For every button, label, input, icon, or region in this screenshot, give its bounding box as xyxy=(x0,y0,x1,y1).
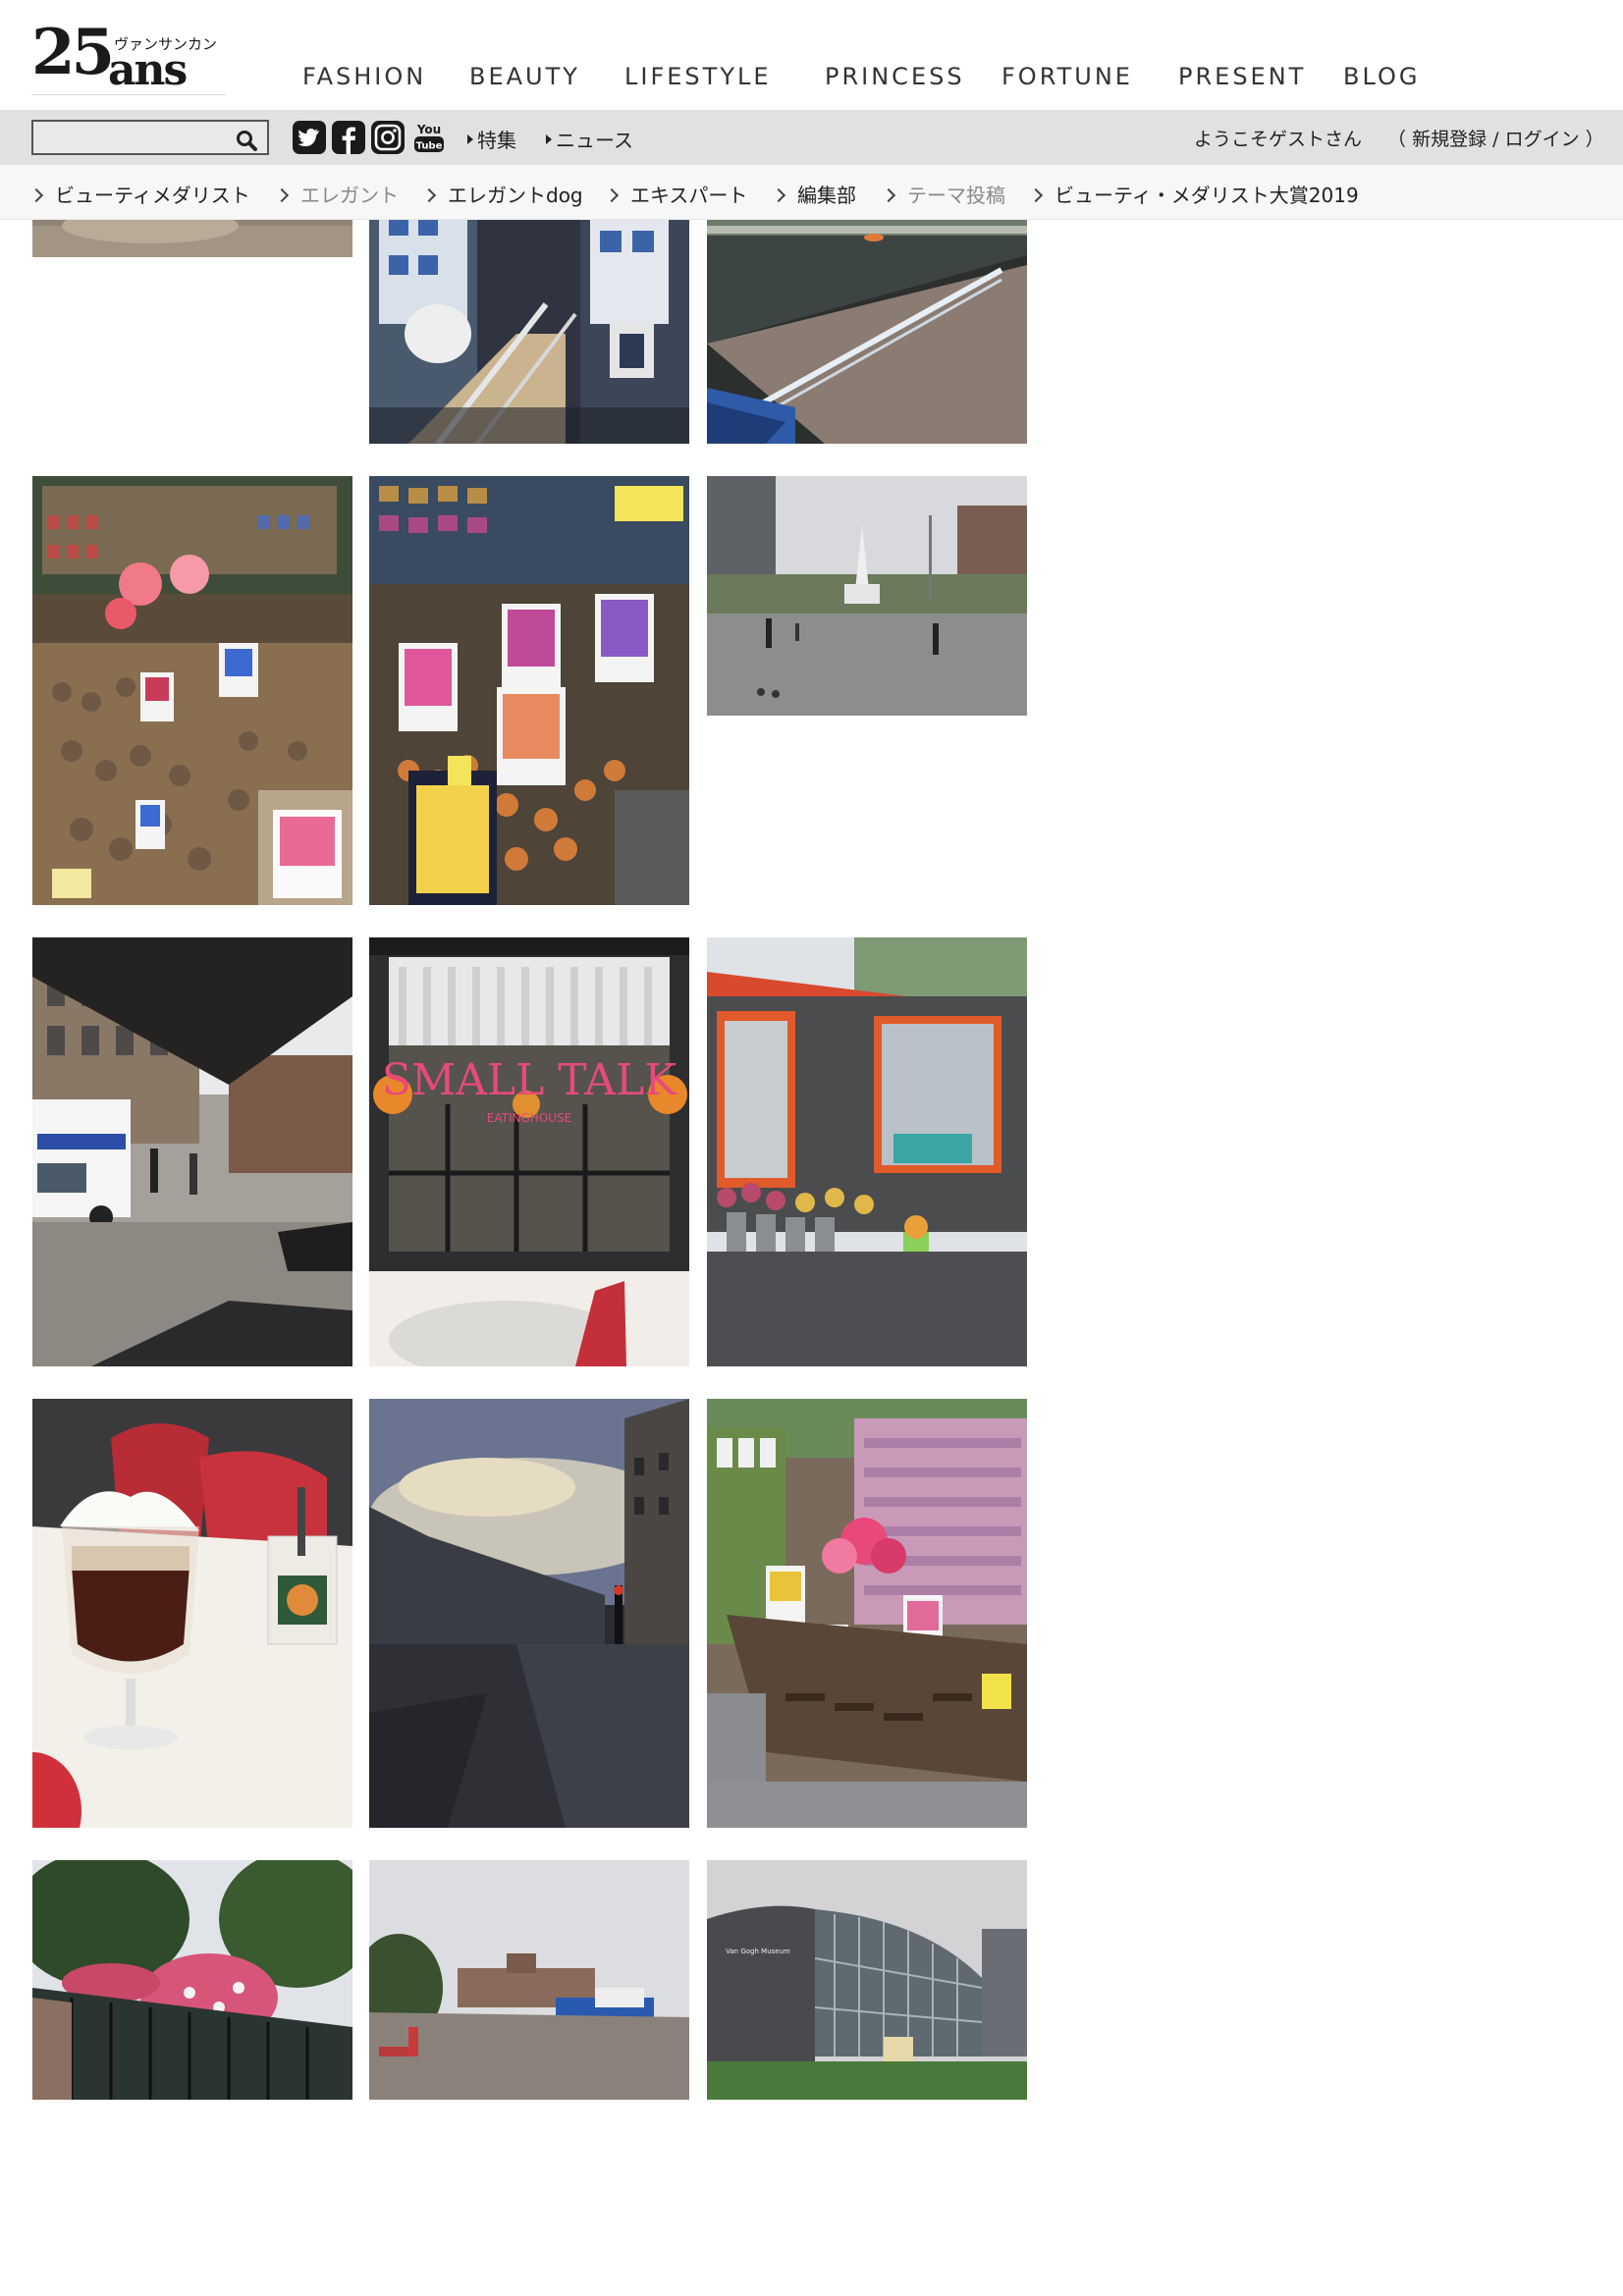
chevron-right-icon xyxy=(274,187,290,203)
photo-wet-street[interactable] xyxy=(369,1399,689,1828)
instagram-icon[interactable] xyxy=(371,121,405,154)
category-medalist-award-2019[interactable]: ビューティ・メダリスト大賞2019 xyxy=(1028,180,1359,208)
search-icon[interactable] xyxy=(236,130,257,151)
link-news-label: ニュース xyxy=(556,129,633,152)
logo-number: 25 xyxy=(31,16,115,89)
category-elegant-dog[interactable]: エレガントdog xyxy=(421,180,583,208)
register-link[interactable]: 新規登録 xyxy=(1412,129,1487,150)
search-input[interactable] xyxy=(37,125,228,152)
nav-fortune[interactable]: FORTUNE xyxy=(1001,63,1133,94)
chevron-right-icon xyxy=(1028,187,1044,203)
chevron-right-icon xyxy=(28,187,44,203)
photo-flower-market-2[interactable] xyxy=(369,476,689,905)
link-feature-label: 特集 xyxy=(477,129,516,152)
auth-links: （ 新規登録 / ログイン ） xyxy=(1387,125,1604,151)
category-elegant[interactable]: エレガント xyxy=(274,180,399,208)
site-header: ヴァンサンカン 25 ans FASHION BEAUTY LIFESTYLE … xyxy=(0,0,1623,110)
link-news[interactable]: ニュース xyxy=(546,125,633,153)
nav-beauty[interactable]: BEAUTY xyxy=(469,63,580,94)
chevron-right-icon xyxy=(604,187,620,203)
welcome-text: ようこそゲストさん xyxy=(1194,129,1363,150)
photo-street-van[interactable] xyxy=(32,937,352,1366)
category-bar: ビューティメダリスト エレガント エレガントdog エキスパート 編集部 テーマ… xyxy=(0,165,1623,220)
triangle-right-icon xyxy=(467,134,473,144)
photo-van-gogh-museum[interactable]: Van Gogh Museum xyxy=(707,1860,1027,2100)
auth-open-paren: （ xyxy=(1387,129,1407,150)
youtube-icon[interactable]: You Tube xyxy=(412,121,446,154)
photo-museumplein[interactable] xyxy=(369,1860,689,2100)
logo-underline xyxy=(31,94,226,95)
link-feature[interactable]: 特集 xyxy=(467,125,516,153)
photo-irish-coffee[interactable] xyxy=(32,1399,352,1828)
nav-lifestyle[interactable]: LIFESTYLE xyxy=(624,63,772,94)
auth-close-paren: ） xyxy=(1585,129,1604,150)
category-expert[interactable]: エキスパート xyxy=(604,180,748,208)
photo-flower-market-1[interactable] xyxy=(32,476,352,905)
photo-cafe-window[interactable]: SMALL TALK EATINGHOUSE xyxy=(369,937,689,1366)
category-label: 編集部 xyxy=(797,184,856,207)
category-label: エキスパート xyxy=(630,184,748,207)
category-label: テーマ投稿 xyxy=(907,184,1005,207)
twitter-icon[interactable] xyxy=(293,121,326,154)
cafe-subsign-text: EATINGHOUSE xyxy=(487,1111,571,1125)
category-label: ビューティメダリスト xyxy=(55,184,250,207)
category-theme-posts[interactable]: テーマ投稿 xyxy=(881,180,1005,208)
photo-dam-square[interactable] xyxy=(707,476,1027,716)
triangle-right-icon xyxy=(546,134,552,144)
nav-princess[interactable]: PRINCESS xyxy=(825,63,965,94)
photo-flower-market-3[interactable] xyxy=(707,1399,1027,1828)
photo-staircase-shop[interactable] xyxy=(369,196,689,444)
nav-blog[interactable]: BLOG xyxy=(1343,63,1420,94)
photo-canal[interactable] xyxy=(707,196,1027,444)
search-box xyxy=(31,120,269,155)
category-editorial[interactable]: 編集部 xyxy=(771,180,856,208)
category-beauty-medalist[interactable]: ビューティメダリスト xyxy=(28,180,250,208)
chevron-right-icon xyxy=(771,187,786,203)
utility-bar: You Tube 特集 ニュース ようこそゲストさん （ 新規登録 / ログイン… xyxy=(0,110,1623,165)
facebook-icon[interactable] xyxy=(332,121,365,154)
site-logo[interactable]: ヴァンサンカン 25 ans xyxy=(31,22,228,96)
youtube-label-top: You xyxy=(416,123,441,136)
youtube-label-bottom: Tube xyxy=(416,141,443,152)
category-label: エレガントdog xyxy=(448,184,583,207)
chevron-right-icon xyxy=(881,187,896,203)
photo-bridge-flowers[interactable] xyxy=(32,1860,352,2100)
photo-flower-kiosk[interactable] xyxy=(707,937,1027,1366)
cafe-sign-text: SMALL TALK xyxy=(382,1055,677,1105)
chevron-right-icon xyxy=(421,187,437,203)
category-label: ビューティ・メダリスト大賞2019 xyxy=(1055,184,1359,207)
museum-sign-text: Van Gogh Museum xyxy=(726,1948,790,1955)
nav-fashion[interactable]: FASHION xyxy=(302,63,426,94)
category-label: エレガント xyxy=(300,184,399,207)
auth-separator: / xyxy=(1492,129,1499,150)
nav-present[interactable]: PRESENT xyxy=(1178,63,1306,94)
logo-word: ans xyxy=(108,45,188,95)
login-link[interactable]: ログイン xyxy=(1505,129,1580,150)
